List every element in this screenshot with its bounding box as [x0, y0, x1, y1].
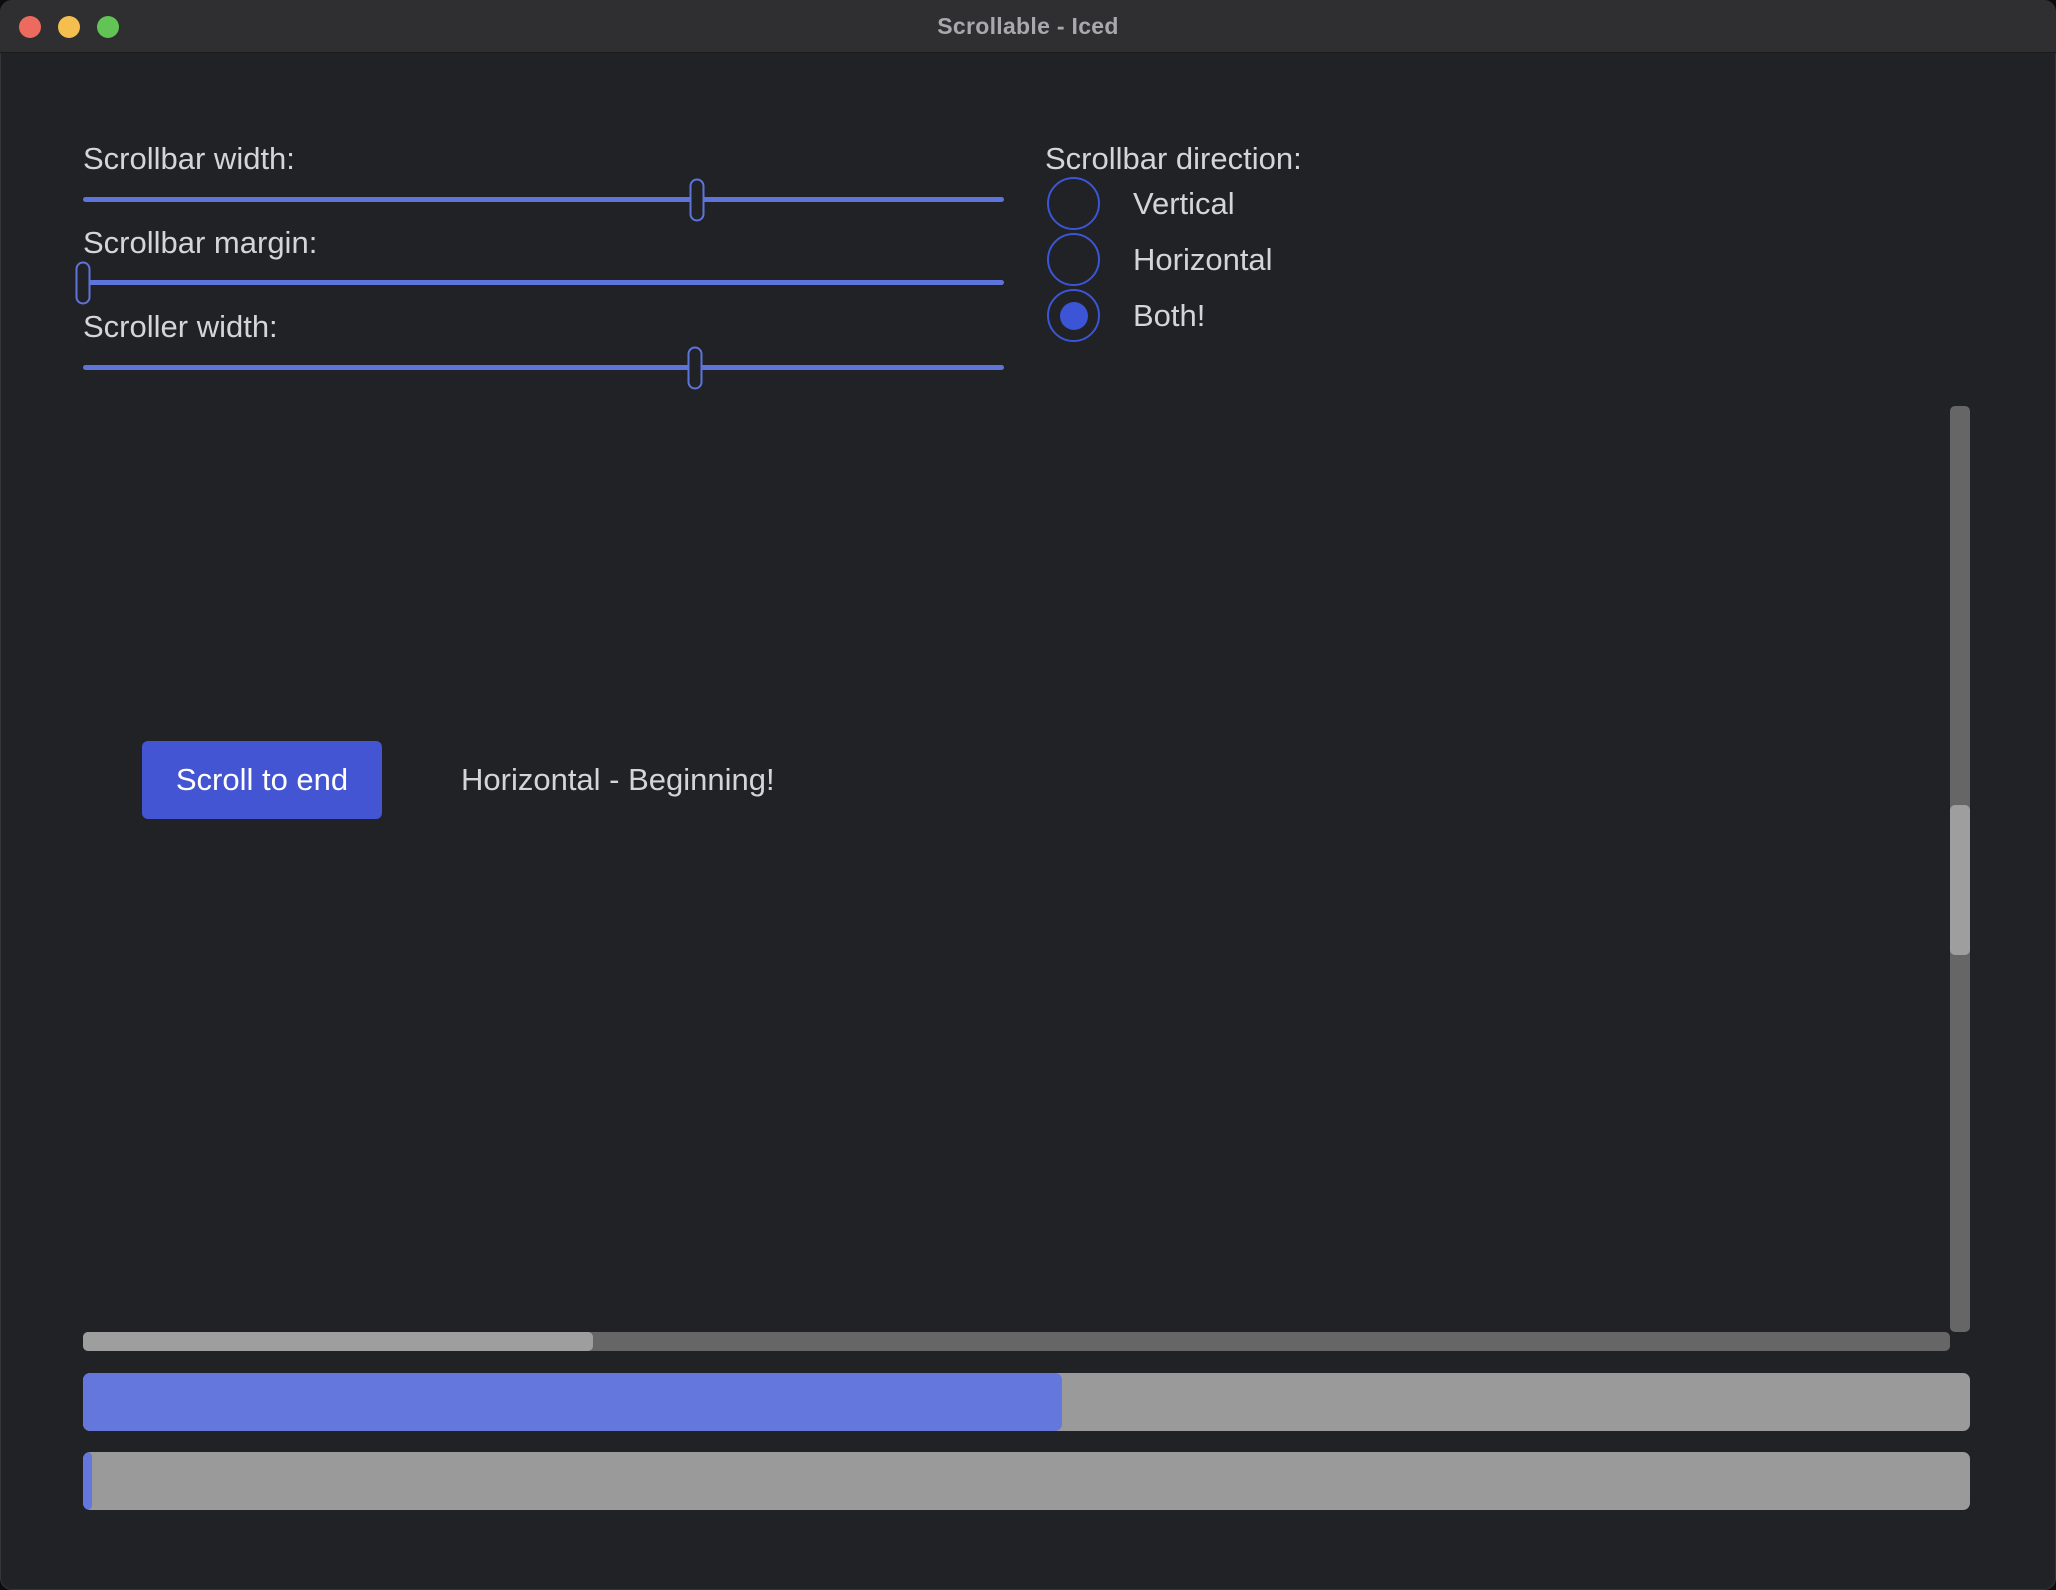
slider-handle[interactable] — [687, 346, 702, 389]
slider-track — [83, 197, 1004, 202]
progress-bar-bottom — [83, 1452, 1970, 1510]
vertical-scrollbar-rail[interactable] — [1950, 406, 1970, 1332]
radio-label: Both! — [1133, 298, 1205, 334]
scrollbar-width-label: Scrollbar width: — [83, 140, 295, 178]
radio-both[interactable]: Both! — [1047, 289, 1205, 342]
titlebar: Scrollable - Iced — [0, 0, 2056, 53]
app-window: Scrollable - Iced Scrollbar width: Scrol… — [0, 0, 2056, 1590]
scrollbar-margin-label: Scrollbar margin: — [83, 224, 317, 262]
radio-circle-icon[interactable] — [1047, 233, 1100, 286]
progress-fill — [83, 1373, 1062, 1431]
radio-dot-icon — [1060, 302, 1088, 330]
vertical-scrollbar-thumb[interactable] — [1950, 805, 1970, 955]
radio-circle-icon[interactable] — [1047, 289, 1100, 342]
slider-track — [83, 365, 1004, 370]
horizontal-scrollbar-rail[interactable] — [83, 1332, 1950, 1351]
scroller-width-slider[interactable] — [83, 346, 1004, 389]
slider-track — [83, 280, 1004, 285]
radio-horizontal[interactable]: Horizontal — [1047, 233, 1273, 286]
scroll-to-end-button[interactable]: Scroll to end — [142, 741, 382, 819]
radio-label: Horizontal — [1133, 242, 1273, 278]
horizontal-scrollbar-thumb[interactable] — [83, 1332, 593, 1351]
progress-bar-top — [83, 1373, 1970, 1431]
radio-label: Vertical — [1133, 186, 1235, 222]
slider-handle[interactable] — [76, 261, 91, 304]
scroll-status-text: Horizontal - Beginning! — [461, 741, 775, 819]
window-title: Scrollable - Iced — [0, 0, 2056, 53]
progress-fill — [83, 1452, 92, 1510]
scroller-width-label: Scroller width: — [83, 308, 278, 346]
scrollbar-margin-slider[interactable] — [83, 261, 1004, 304]
scrollbar-direction-label: Scrollbar direction: — [1045, 140, 1302, 178]
radio-circle-icon[interactable] — [1047, 177, 1100, 230]
scrollbar-width-slider[interactable] — [83, 178, 1004, 221]
radio-vertical[interactable]: Vertical — [1047, 177, 1235, 230]
slider-handle[interactable] — [690, 178, 705, 221]
